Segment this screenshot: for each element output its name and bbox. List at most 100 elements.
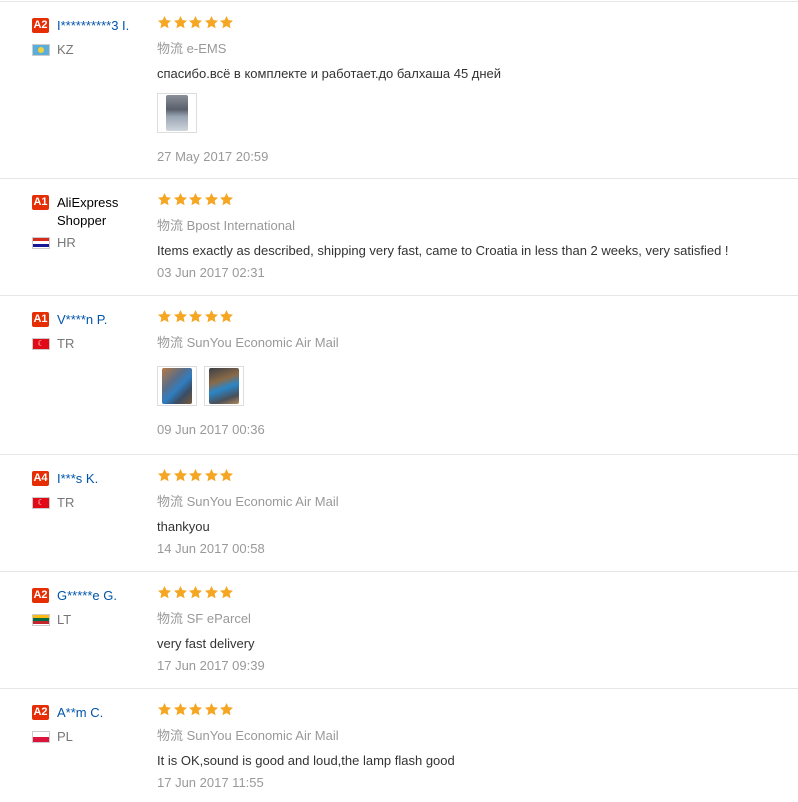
logistics-info: 物流 SunYou Economic Air Mail	[157, 491, 778, 510]
logistics-method: Bpost International	[186, 218, 296, 233]
lt-flag-icon	[32, 613, 50, 626]
review-content: 物流 Bpost International Items exactly as …	[157, 179, 778, 280]
star-icon	[204, 585, 219, 600]
buyer-level-badge: A4	[32, 471, 49, 486]
star-icon	[219, 468, 234, 483]
reviewer-name-link[interactable]: I***s K.	[57, 470, 98, 488]
logistics-label: 物流	[157, 218, 184, 233]
logistics-info: 物流 SF eParcel	[157, 608, 778, 627]
reviewer-info: A1 V****n P. ☾ TR	[32, 296, 152, 351]
review-date: 09 Jun 2017 00:36	[157, 422, 265, 437]
logistics-label: 物流	[157, 335, 184, 350]
logistics-info: 物流 SunYou Economic Air Mail	[157, 332, 778, 351]
tr-flag-icon: ☾	[32, 496, 50, 509]
star-icon	[204, 468, 219, 483]
star-icon	[173, 192, 188, 207]
kz-flag-icon	[32, 43, 50, 56]
reviewer-name-link[interactable]: A**m C.	[57, 704, 103, 722]
logistics-method: SunYou Economic Air Mail	[186, 494, 339, 509]
logistics-label: 物流	[157, 611, 184, 626]
review-comment: Items exactly as described, shipping ver…	[157, 243, 729, 258]
review-photos	[157, 93, 778, 133]
star-icon	[219, 15, 234, 30]
reviewer-info: A2 G*****e G. LT	[32, 572, 152, 627]
star-icon	[157, 585, 172, 600]
star-icon	[204, 309, 219, 324]
star-icon	[173, 15, 188, 30]
star-rating	[157, 192, 778, 210]
review-photo-thumbnail[interactable]	[157, 93, 197, 133]
buyer-level-badge: A2	[32, 18, 49, 33]
review-date: 03 Jun 2017 02:31	[157, 265, 265, 280]
star-icon	[219, 192, 234, 207]
buyer-level-badge: A1	[32, 312, 49, 327]
review-photos	[157, 366, 778, 406]
star-icon	[173, 309, 188, 324]
country-code: TR	[57, 336, 75, 351]
review-content: 物流 SunYou Economic Air Mail thankyou 14 …	[157, 455, 778, 556]
star-icon	[157, 15, 172, 30]
reviewer-name: AliExpress Shopper	[57, 195, 119, 228]
country-code: PL	[57, 729, 73, 744]
hr-flag-icon	[32, 236, 50, 249]
reviewer-info: A4 I***s K. ☾ TR	[32, 455, 152, 510]
star-rating	[157, 309, 778, 327]
star-icon	[219, 702, 234, 717]
review-item: A2 G*****e G. LT 物流 SF eParcel very fast…	[0, 572, 798, 689]
logistics-label: 物流	[157, 494, 184, 509]
star-icon	[157, 468, 172, 483]
review-content: 物流 e-EMS спасибо.всё в комплекте и работ…	[157, 2, 778, 164]
reviewer-info: A2 A**m C. PL	[32, 689, 152, 744]
buyer-level-badge: A1	[32, 195, 49, 210]
logistics-method: SunYou Economic Air Mail	[186, 335, 339, 350]
star-icon	[204, 15, 219, 30]
star-icon	[173, 585, 188, 600]
star-icon	[188, 192, 203, 207]
logistics-info: 物流 Bpost International	[157, 215, 778, 234]
logistics-method: SunYou Economic Air Mail	[186, 728, 339, 743]
star-icon	[157, 192, 172, 207]
country-code: TR	[57, 495, 75, 510]
review-content: 物流 SunYou Economic Air Mail 09 Jun 2017 …	[157, 296, 778, 437]
review-comment: very fast delivery	[157, 636, 255, 651]
star-icon	[173, 702, 188, 717]
logistics-method: SF eParcel	[186, 611, 251, 626]
country-code: KZ	[57, 42, 74, 57]
review-comment: спасибо.всё в комплекте и работает.до ба…	[157, 66, 502, 81]
logistics-label: 物流	[157, 728, 184, 743]
logistics-info: 物流 e-EMS	[157, 38, 778, 57]
star-rating	[157, 468, 778, 486]
reviewer-name-link[interactable]: I**********3 I.	[57, 17, 129, 35]
star-icon	[188, 468, 203, 483]
logistics-label: 物流	[157, 41, 184, 56]
review-item: A4 I***s K. ☾ TR 物流 SunYou Economic Air …	[0, 455, 798, 572]
review-photo-thumbnail[interactable]	[157, 366, 197, 406]
star-icon	[188, 15, 203, 30]
tr-flag-icon: ☾	[32, 337, 50, 350]
pl-flag-icon	[32, 730, 50, 743]
star-icon	[157, 309, 172, 324]
star-rating	[157, 702, 778, 720]
reviewer-name-link[interactable]: G*****e G.	[57, 587, 117, 605]
reviewer-name-link[interactable]: V****n P.	[57, 311, 107, 329]
star-icon	[219, 585, 234, 600]
review-item: A1 V****n P. ☾ TR 物流 SunYou Economic Air…	[0, 296, 798, 455]
buyer-level-badge: A2	[32, 705, 49, 720]
review-photo-thumbnail[interactable]	[204, 366, 244, 406]
buyer-level-badge: A2	[32, 588, 49, 603]
star-icon	[173, 468, 188, 483]
review-content: 物流 SunYou Economic Air Mail It is OK,sou…	[157, 689, 778, 790]
star-icon	[204, 192, 219, 207]
star-rating	[157, 585, 778, 603]
review-date: 17 Jun 2017 09:39	[157, 658, 265, 673]
star-icon	[204, 702, 219, 717]
logistics-info: 物流 SunYou Economic Air Mail	[157, 725, 778, 744]
reviewer-info: A1 AliExpress Shopper HR	[32, 179, 152, 250]
star-icon	[188, 309, 203, 324]
review-item: A2 A**m C. PL 物流 SunYou Economic Air Mai…	[0, 689, 798, 802]
review-date: 14 Jun 2017 00:58	[157, 541, 265, 556]
star-icon	[188, 585, 203, 600]
review-date: 17 Jun 2017 11:55	[157, 775, 264, 790]
country-code: HR	[57, 235, 76, 250]
review-item: A2 I**********3 I. KZ 物流 e-EMS спасибо.в…	[0, 1, 798, 179]
